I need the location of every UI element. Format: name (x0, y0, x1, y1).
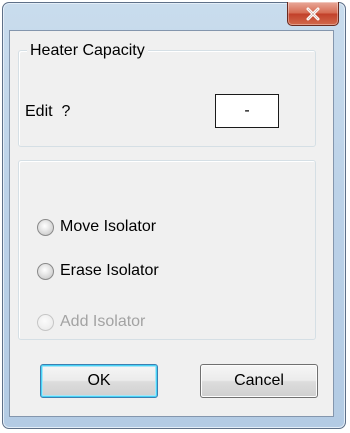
add-isolator-radio (37, 313, 54, 331)
cancel-button[interactable]: Cancel (200, 364, 318, 398)
add-isolator-label: Add Isolator (60, 313, 146, 330)
erase-isolator-radio[interactable] (37, 262, 54, 280)
erase-isolator-option[interactable]: Erase Isolator (37, 260, 159, 282)
move-isolator-option[interactable]: Move Isolator (37, 216, 156, 238)
add-isolator-option: Add Isolator (37, 311, 145, 333)
heater-capacity-input[interactable]: - (215, 94, 279, 128)
close-icon (305, 7, 321, 21)
heater-capacity-legend: Heater Capacity (27, 41, 148, 61)
isolator-options-group: Move Isolator Erase Isolator Add Isolato… (18, 160, 316, 340)
move-isolator-label[interactable]: Move Isolator (60, 217, 156, 237)
ok-button[interactable]: OK (40, 364, 158, 398)
close-button[interactable] (287, 2, 339, 26)
edit-label: Edit ? (25, 103, 71, 120)
heater-capacity-group: Heater Capacity Edit ? - (18, 41, 316, 147)
move-isolator-radio[interactable] (37, 218, 54, 236)
erase-isolator-label[interactable]: Erase Isolator (60, 261, 159, 281)
